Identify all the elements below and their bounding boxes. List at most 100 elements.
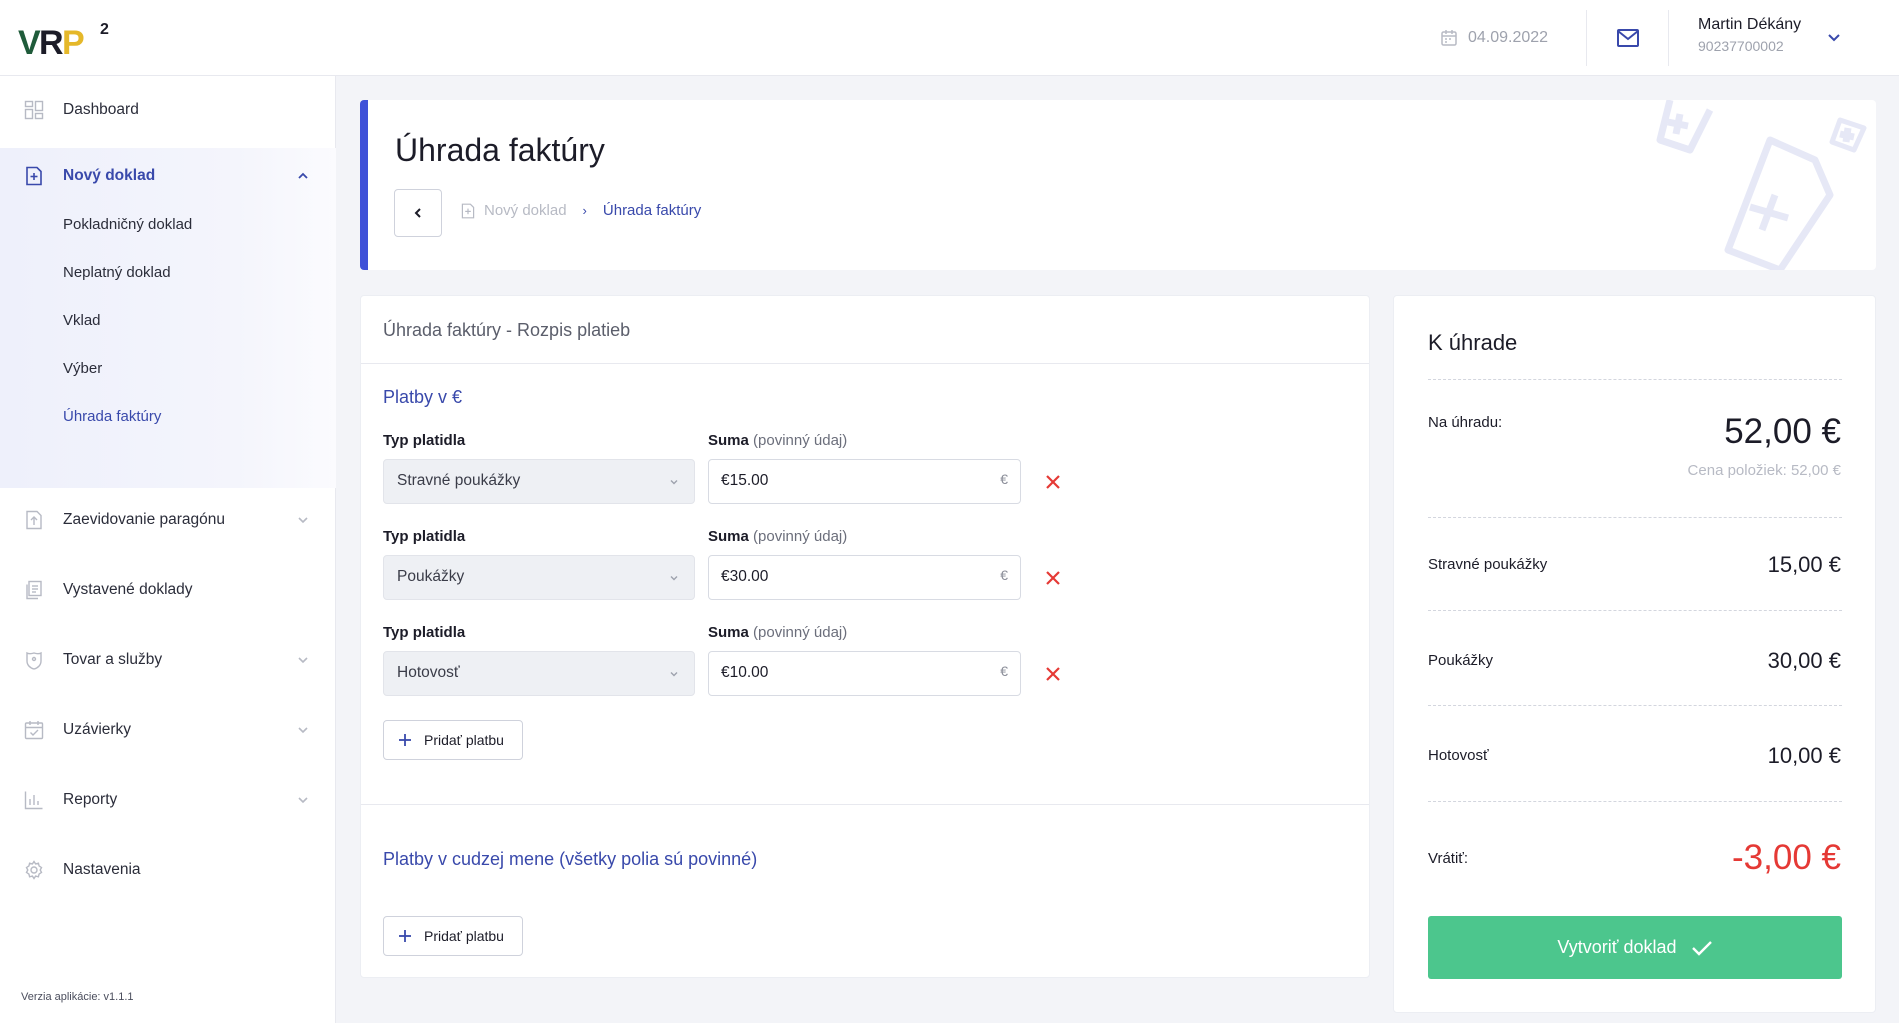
sidebar-item-issued-documents[interactable]: Vystavené doklady (0, 568, 336, 612)
sidebar-item-label: Zaevidovanie paragónu (63, 511, 226, 528)
new-document-icon (461, 203, 475, 218)
sidebar-subitem-cash-receipt[interactable]: Pokladničný doklad (63, 216, 192, 233)
dashboard-icon (24, 100, 44, 120)
close-icon (1046, 571, 1060, 585)
sidebar-item-label: Uzávierky (63, 721, 132, 738)
user-menu[interactable]: Martin Dékány 90237700002 (1698, 16, 1801, 54)
eur-payments-title: Platby v € (383, 387, 463, 407)
sidebar-item-register-receipt[interactable]: Zaevidovanie paragónu (0, 498, 336, 542)
summary-line-value: 10,00 € (1767, 743, 1841, 768)
payment-type-select[interactable]: Stravné poukážky (383, 459, 695, 504)
items-price: Cena položiek: 52,00 € (1687, 462, 1841, 479)
chevron-down-icon (670, 672, 678, 677)
sidebar-item-label: Dashboard (63, 101, 139, 118)
summary-line-value: 15,00 € (1767, 552, 1841, 577)
breadcrumb-item-new-document[interactable]: Nový doklad (460, 202, 567, 219)
amount-due-label: Na úhradu: (1428, 414, 1503, 431)
summary-line-label: Poukážky (1428, 652, 1494, 669)
sidebar-item-label: Nový doklad (63, 167, 156, 184)
summary-line-label: Hotovosť (1428, 747, 1489, 764)
accent-bar (360, 100, 368, 270)
payment-type-label: Typ platidla (383, 432, 466, 449)
sidebar: Dashboard Nový doklad Pokladničný doklad… (0, 76, 336, 1023)
messages-button[interactable] (1612, 22, 1644, 54)
amount-field: € (708, 651, 1021, 696)
chevron-up-icon (298, 172, 308, 179)
amount-due-value: 52,00 € (1724, 412, 1841, 451)
current-date: 04.09.2022 (1440, 22, 1548, 54)
payment-type-value: Poukážky (397, 568, 465, 585)
amount-label: Suma (povinný údaj) (708, 624, 848, 641)
sidebar-subitem-withdrawal[interactable]: Výber (63, 360, 102, 377)
new-document-icon (26, 166, 42, 186)
chevron-down-icon (670, 480, 678, 485)
currency-symbol: € (1000, 663, 1008, 679)
mail-icon (1617, 29, 1639, 47)
date-text: 04.09.2022 (1468, 29, 1549, 46)
add-payment-label: Pridať platbu (424, 732, 504, 748)
header-divider (1586, 10, 1587, 66)
close-icon (1046, 667, 1060, 681)
foreign-payments-title: Platby v cudzej mene (všetky polia sú po… (383, 849, 758, 869)
amount-input[interactable] (721, 664, 981, 682)
payment-type-select[interactable]: Hotovosť (383, 651, 695, 696)
sidebar-subitem-invalid-receipt[interactable]: Neplatný doklad (63, 264, 171, 281)
page-title: Úhrada faktúry (395, 132, 605, 168)
svg-text:R: R (39, 24, 63, 62)
sidebar-item-closures[interactable]: Uzávierky (0, 708, 336, 752)
page-header-card: Úhrada faktúry Nový doklad › Úhrada fakt… (360, 100, 1876, 270)
payments-card-title: Úhrada faktúry - Rozpis platieb (383, 320, 631, 340)
sidebar-item-label: Reporty (63, 791, 118, 808)
chevron-down-icon (298, 517, 308, 524)
add-foreign-payment-button[interactable]: Pridať platbu (383, 916, 523, 956)
app-logo[interactable]: V R P 2 (18, 14, 128, 62)
sidebar-item-settings[interactable]: Nastavenia (0, 848, 336, 892)
dashed-divider (1428, 379, 1842, 380)
sidebar-item-reports[interactable]: Reporty (0, 778, 336, 822)
sidebar-subitem-deposit[interactable]: Vklad (63, 312, 101, 329)
chart-icon (24, 791, 43, 810)
breadcrumb-label: Nový doklad (484, 202, 567, 219)
currency-symbol: € (1000, 471, 1008, 487)
breadcrumb: Nový doklad › Úhrada faktúry (460, 202, 701, 219)
decorative-document-icon (1656, 100, 1867, 270)
chevron-down-icon (298, 657, 308, 664)
payment-type-label: Typ platidla (383, 624, 466, 641)
svg-text:P: P (62, 24, 85, 62)
amount-field: € (708, 459, 1021, 504)
amount-input[interactable] (721, 472, 981, 490)
payment-type-value: Hotovosť (397, 664, 460, 681)
checkmark-icon (1691, 940, 1712, 956)
sidebar-item-goods-services[interactable]: Tovar a služby (0, 638, 336, 682)
remove-payment-button[interactable] (1041, 662, 1065, 686)
add-payment-button[interactable]: Pridať platbu (383, 720, 523, 760)
chevron-down-icon[interactable] (1824, 28, 1844, 48)
amount-input[interactable] (721, 568, 981, 586)
gear-icon (25, 860, 43, 880)
calendar-check-icon (24, 721, 44, 740)
summary-line-label: Stravné poukážky (1428, 556, 1548, 573)
sidebar-item-label: Tovar a služby (63, 651, 163, 668)
chevron-down-icon (298, 797, 308, 804)
payment-type-value: Stravné poukážky (397, 472, 521, 489)
close-icon (1046, 475, 1060, 489)
sidebar-item-dashboard[interactable]: Dashboard (0, 88, 336, 132)
divider (361, 363, 1369, 364)
back-button[interactable] (394, 189, 442, 237)
sidebar-subitem-invoice-payment[interactable]: Úhrada faktúry (63, 408, 161, 425)
payment-type-select[interactable]: Poukážky (383, 555, 695, 600)
sidebar-item-label: Nastavenia (63, 861, 141, 878)
add-payment-label: Pridať platbu (424, 928, 504, 944)
documents-icon (26, 580, 42, 600)
remove-payment-button[interactable] (1041, 566, 1065, 590)
return-value: -3,00 € (1732, 838, 1841, 877)
payments-card: Úhrada faktúry - Rozpis platieb Platby v… (360, 295, 1370, 978)
dashed-divider (1428, 801, 1842, 802)
create-document-button[interactable]: Vytvoriť doklad (1428, 916, 1842, 979)
sidebar-item-new-document[interactable]: Nový doklad (0, 154, 336, 198)
calendar-icon (1441, 30, 1457, 46)
return-label: Vrátiť: (1428, 850, 1469, 867)
summary-card: K úhrade Na úhradu: 52,00 € Cena položie… (1393, 295, 1876, 1013)
remove-payment-button[interactable] (1041, 470, 1065, 494)
breadcrumb-item-current[interactable]: Úhrada faktúry (603, 202, 701, 219)
